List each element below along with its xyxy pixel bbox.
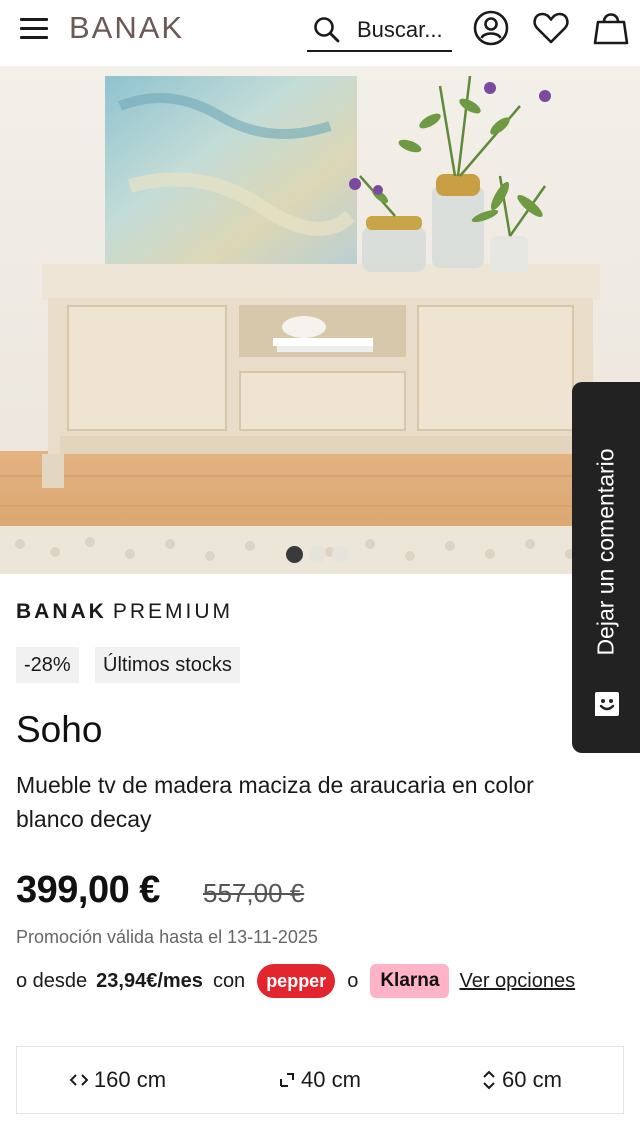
financing-prefix: o desde: [16, 969, 88, 992]
depth-icon: [280, 1073, 295, 1087]
chat-smile-icon: [595, 692, 619, 716]
dimension-width-value: 160 cm: [93, 1067, 167, 1092]
klarna-logo: Klarna: [370, 964, 450, 998]
current-price: 399,00 €: [16, 869, 160, 911]
financing-with: con: [212, 969, 246, 992]
brand-name: BANAK: [16, 600, 107, 623]
dimension-width: 160 cm: [17, 1067, 219, 1093]
brand-label: BANAK PREMIUM: [16, 600, 233, 624]
carousel-dots: [286, 546, 349, 563]
dimension-height: 60 cm: [421, 1067, 623, 1093]
width-icon: [69, 1074, 88, 1086]
carousel-dot-2[interactable]: [309, 546, 326, 563]
brand-line: PREMIUM: [112, 600, 233, 623]
dimension-depth-value: 40 cm: [301, 1067, 361, 1092]
promo-text: Promoción válida hasta el 13-11-2025: [16, 927, 318, 947]
wishlist-heart-icon[interactable]: [531, 8, 571, 48]
feedback-label: Dejar un comentario: [592, 448, 619, 656]
product-photo: [0, 66, 640, 574]
product-title: Soho: [16, 709, 103, 750]
site-logo[interactable]: BANAK: [69, 10, 184, 46]
search-icon: [314, 17, 340, 43]
financing-row: o desde 23,94€/mes con pepper o Klarna V…: [16, 963, 575, 999]
product-description: Mueble tv de madera maciza de araucaria …: [16, 772, 534, 832]
height-icon: [483, 1071, 495, 1089]
pepper-logo: pepper: [257, 964, 336, 998]
dimension-height-value: 60 cm: [502, 1067, 562, 1092]
stock-badge: Últimos stocks: [95, 647, 240, 683]
dimension-depth: 40 cm: [219, 1067, 421, 1093]
financing-amount: 23,94€/mes: [96, 969, 203, 992]
dimensions-box: 160 cm 40 cm 60 cm: [16, 1046, 624, 1114]
site-header: BANAK Buscar...: [0, 0, 640, 66]
account-icon[interactable]: [471, 8, 511, 48]
financing-or: o: [347, 969, 359, 992]
financing-options-link[interactable]: Ver opciones: [459, 970, 575, 993]
menu-icon[interactable]: [18, 14, 52, 44]
product-image[interactable]: [0, 66, 640, 574]
search-placeholder: Buscar...: [357, 17, 443, 42]
cart-bag-icon[interactable]: [591, 8, 631, 48]
discount-badge: -28%: [16, 647, 79, 683]
carousel-dot-1[interactable]: [286, 546, 303, 563]
feedback-tab[interactable]: Dejar un comentario: [572, 382, 640, 753]
search-input[interactable]: Buscar...: [307, 8, 452, 52]
carousel-dot-3[interactable]: [332, 546, 349, 563]
original-price: 557,00 €: [203, 878, 305, 908]
